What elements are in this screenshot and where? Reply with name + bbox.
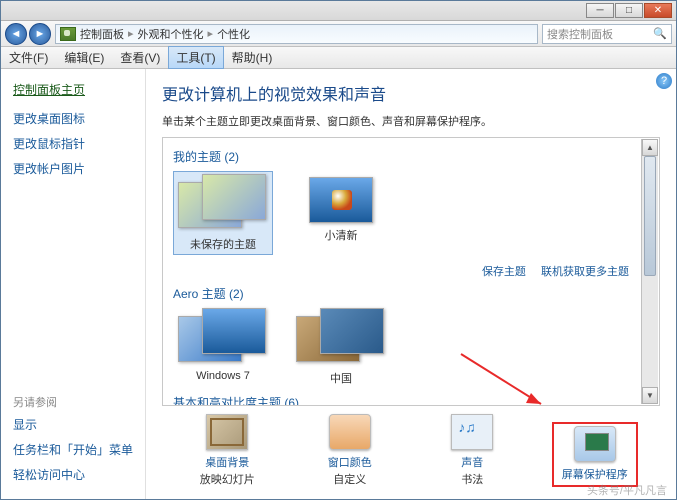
- menubar: 文件(F) 编辑(E) 查看(V) 工具(T) 帮助(H): [1, 47, 676, 69]
- aero-themes-row: Windows 7 中国: [173, 308, 629, 386]
- forward-button[interactable]: ►: [29, 23, 51, 45]
- navbar: ◄ ► 控制面板 ▸ 外观和个性化 ▸ 个性化 搜索控制面板 🔍: [1, 21, 676, 47]
- my-themes-header: 我的主题 (2): [173, 148, 629, 165]
- desktop-background-item[interactable]: 桌面背景 放映幻灯片: [184, 414, 270, 487]
- sidebar-extra-ease[interactable]: 轻松访问中心: [13, 466, 135, 483]
- my-themes-row: 未保存的主题 小清新: [173, 171, 629, 255]
- back-button[interactable]: ◄: [5, 23, 27, 45]
- minimize-button[interactable]: ─: [586, 3, 614, 18]
- page-title: 更改计算机上的视觉效果和声音: [162, 81, 660, 105]
- theme-thumb-icon: [178, 174, 268, 232]
- titlebar: ─ □ ✕: [1, 1, 676, 21]
- scroll-thumb[interactable]: [644, 156, 656, 276]
- nav-arrows: ◄ ►: [5, 23, 51, 45]
- menu-tools[interactable]: 工具(T): [168, 46, 223, 69]
- body: 控制面板主页 更改桌面图标 更改鼠标指针 更改帐户图片 另请参阅 显示 任务栏和…: [1, 69, 676, 499]
- item-sub: 自定义: [307, 471, 393, 487]
- page-desc: 单击某个主题立即更改桌面背景、窗口颜色、声音和屏幕保护程序。: [162, 113, 660, 129]
- theme-china[interactable]: 中国: [291, 308, 391, 386]
- sidebar-link-icons[interactable]: 更改桌面图标: [13, 110, 135, 127]
- basic-themes-header: 基本和高对比度主题 (6): [173, 394, 629, 406]
- theme-fresh[interactable]: 小清新: [291, 171, 391, 255]
- aero-themes-header: Aero 主题 (2): [173, 285, 629, 302]
- scrollbar[interactable]: ▲ ▼: [641, 139, 658, 404]
- screensaver-icon: [574, 426, 616, 462]
- save-theme-link[interactable]: 保存主题: [482, 266, 526, 278]
- menu-edit[interactable]: 编辑(E): [56, 46, 112, 69]
- theme-thumb-icon: [296, 308, 386, 366]
- theme-label: 中国: [291, 370, 391, 386]
- theme-label: 未保存的主题: [176, 236, 270, 252]
- sounds-item[interactable]: 声音 书法: [429, 414, 515, 487]
- item-sub: 书法: [429, 471, 515, 487]
- breadcrumb[interactable]: 控制面板 ▸ 外观和个性化 ▸ 个性化: [55, 24, 538, 44]
- window-color-item[interactable]: 窗口颜色 自定义: [307, 414, 393, 487]
- search-input[interactable]: 搜索控制面板 🔍: [542, 24, 672, 44]
- sidebar-see-also: 另请参阅: [13, 394, 135, 410]
- more-themes-link[interactable]: 联机获取更多主题: [541, 266, 629, 278]
- chevron-right-icon: ▸: [124, 27, 138, 40]
- scroll-track[interactable]: [642, 156, 658, 387]
- chevron-right-icon: ▸: [204, 27, 218, 40]
- themes-panel: ▲ ▼ 我的主题 (2) 未保存的主题 小清新 保存主题: [162, 137, 660, 406]
- breadcrumb-seg[interactable]: 外观和个性化: [138, 26, 204, 42]
- screensaver-item[interactable]: 屏幕保护程序: [552, 422, 638, 487]
- theme-unsaved[interactable]: 未保存的主题: [173, 171, 273, 255]
- window-color-icon: [329, 414, 371, 450]
- main: ? 更改计算机上的视觉效果和声音 单击某个主题立即更改桌面背景、窗口颜色、声音和…: [146, 69, 676, 499]
- close-button[interactable]: ✕: [644, 3, 672, 18]
- personalization-window: ─ □ ✕ ◄ ► 控制面板 ▸ 外观和个性化 ▸ 个性化 搜索控制面板 🔍 文…: [0, 0, 677, 500]
- sidebar-extra-taskbar[interactable]: 任务栏和「开始」菜单: [13, 441, 135, 458]
- theme-win7[interactable]: Windows 7: [173, 308, 273, 386]
- sidebar: 控制面板主页 更改桌面图标 更改鼠标指针 更改帐户图片 另请参阅 显示 任务栏和…: [1, 69, 146, 499]
- item-label: 声音: [429, 454, 515, 470]
- sound-icon: [451, 414, 493, 450]
- item-label: 窗口颜色: [307, 454, 393, 470]
- theme-thumb-icon: [178, 308, 268, 366]
- item-label: 桌面背景: [184, 454, 270, 470]
- sidebar-link-mouse[interactable]: 更改鼠标指针: [13, 135, 135, 152]
- settings-row: 桌面背景 放映幻灯片 窗口颜色 自定义 声音 书法 屏幕保护程序: [162, 406, 660, 491]
- search-icon: 🔍: [653, 27, 667, 40]
- theme-links: 保存主题 联机获取更多主题: [173, 263, 629, 279]
- sidebar-link-account[interactable]: 更改帐户图片: [13, 160, 135, 177]
- theme-thumb-icon: [309, 177, 373, 223]
- theme-label: Windows 7: [173, 370, 273, 382]
- menu-view[interactable]: 查看(V): [112, 46, 168, 69]
- scroll-down-button[interactable]: ▼: [642, 387, 658, 404]
- menu-file[interactable]: 文件(F): [1, 46, 56, 69]
- desktop-bg-icon: [206, 414, 248, 450]
- search-placeholder: 搜索控制面板: [547, 26, 613, 42]
- breadcrumb-seg[interactable]: 个性化: [217, 26, 250, 42]
- menu-help[interactable]: 帮助(H): [224, 46, 281, 69]
- item-label: 屏幕保护程序: [556, 466, 634, 482]
- sidebar-home[interactable]: 控制面板主页: [13, 81, 135, 98]
- theme-label: 小清新: [291, 227, 391, 243]
- item-sub: 放映幻灯片: [184, 471, 270, 487]
- maximize-button[interactable]: □: [615, 3, 643, 18]
- cp-icon: [60, 27, 76, 41]
- scroll-up-button[interactable]: ▲: [642, 139, 658, 156]
- help-icon[interactable]: ?: [656, 73, 672, 89]
- breadcrumb-seg[interactable]: 控制面板: [80, 26, 124, 42]
- sidebar-extra-display[interactable]: 显示: [13, 416, 135, 433]
